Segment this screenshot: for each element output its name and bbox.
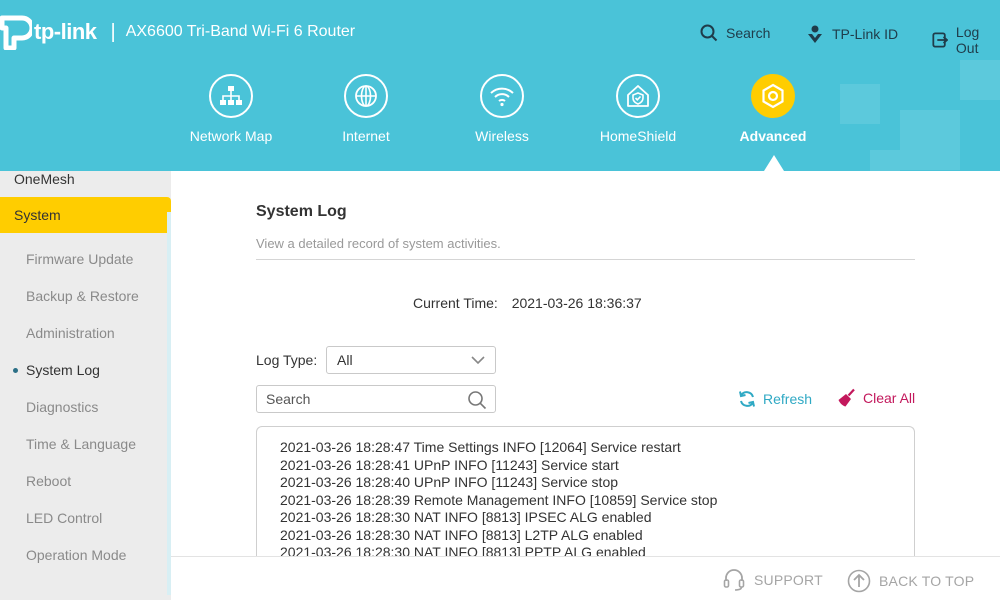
nav-label: HomeShield (599, 128, 677, 144)
tplink-id-label: TP-Link ID (832, 26, 899, 42)
sidebar-item-reboot[interactable]: Reboot (0, 463, 171, 500)
current-time-label: Current Time: (413, 295, 498, 311)
broom-icon (838, 388, 855, 407)
logout-label: Log Out (955, 24, 980, 56)
sidebar-item-operation-mode[interactable]: Operation Mode (0, 537, 171, 574)
nav-network-map[interactable]: Network Map (166, 74, 296, 144)
page-subtitle: View a detailed record of system activit… (256, 236, 501, 251)
support-link[interactable]: SUPPORT (722, 569, 823, 591)
log-line: 2021-03-26 18:28:40 UPnP INFO [11243] Se… (280, 474, 619, 490)
tplink-id-link[interactable]: TP-Link ID (806, 24, 898, 44)
nav-label: Wireless (475, 128, 529, 144)
nav-label: Internet (342, 128, 390, 144)
header: tp-link | AX6600 Tri-Band Wi-Fi 6 Router… (0, 0, 1000, 171)
current-time-value: 2021-03-26 18:36:37 (511, 295, 642, 311)
log-line: 2021-03-26 18:28:41 UPnP INFO [11243] Se… (280, 456, 619, 473)
sidebar-item-backup-restore[interactable]: Backup & Restore (0, 278, 171, 315)
router-model: AX6600 Tri-Band Wi-Fi 6 Router (125, 23, 356, 40)
footer: SUPPORT BACK TO TOP (171, 556, 1000, 600)
log-type-label: Log Type: (256, 352, 318, 368)
logout-link[interactable]: Log Out (932, 24, 1000, 56)
support-label: SUPPORT (754, 572, 823, 588)
sidebar-section-system[interactable]: System (0, 197, 171, 233)
sidebar: OneMesh System Firmware Update Backup & … (0, 171, 171, 600)
title-divider (256, 259, 915, 260)
clear-all-label: Clear All (863, 390, 916, 406)
sidebar-item-firmware-update[interactable]: Firmware Update (0, 241, 171, 278)
gear-icon (751, 74, 795, 118)
page-title: System Log (256, 203, 347, 220)
network-map-icon (209, 74, 253, 118)
nav-label: Advanced (739, 128, 807, 144)
log-line: 2021-03-26 18:28:39 Remote Management IN… (280, 491, 718, 508)
clear-all-button[interactable]: Clear All (837, 388, 915, 408)
search-icon[interactable] (467, 390, 487, 410)
active-nav-pointer (764, 155, 784, 171)
main-nav: Network Map Internet Wireless HomeShield… (0, 74, 1000, 171)
nav-advanced[interactable]: Advanced (708, 74, 838, 144)
back-to-top-link[interactable]: BACK TO TOP (847, 569, 974, 593)
sidebar-item-system-log[interactable]: System Log (0, 352, 171, 389)
nav-homeshield[interactable]: HomeShield (573, 74, 703, 144)
nav-wireless[interactable]: Wireless (437, 74, 567, 144)
chevron-down-icon (471, 356, 485, 365)
nav-label: Network Map (189, 128, 273, 144)
header-search-link[interactable]: Search (700, 24, 770, 42)
log-type-value: All (337, 352, 353, 368)
refresh-label: Refresh (763, 391, 813, 407)
logout-icon (932, 32, 948, 48)
user-id-icon (808, 25, 822, 43)
back-to-top-label: BACK TO TOP (879, 573, 975, 589)
headset-icon (723, 569, 745, 591)
log-line: 2021-03-26 18:28:30 NAT INFO [8813] IPSE… (280, 509, 652, 525)
sidebar-item-diagnostics[interactable]: Diagnostics (0, 389, 171, 426)
wifi-icon (480, 74, 524, 118)
current-time: Current Time: 2021-03-26 18:36:37 (413, 295, 642, 311)
header-search-label: Search (726, 25, 771, 41)
home-shield-icon (616, 74, 660, 118)
nav-internet[interactable]: Internet (301, 74, 431, 144)
log-line: 2021-03-26 18:28:30 NAT INFO [8813] L2TP… (280, 526, 643, 543)
main-content: System Log View a detailed record of sys… (171, 171, 1000, 600)
tp-link-logo-icon[interactable] (0, 14, 35, 51)
sidebar-item-administration[interactable]: Administration (0, 315, 171, 352)
search-icon (700, 24, 718, 42)
globe-icon (344, 74, 388, 118)
log-line: 2021-03-26 18:28:47 Time Settings INFO [… (280, 439, 681, 455)
log-search-box (256, 385, 496, 413)
log-type-select[interactable]: All (326, 346, 496, 374)
refresh-button[interactable]: Refresh (738, 390, 812, 408)
arrow-up-circle-icon (847, 569, 871, 593)
sidebar-item-time-language[interactable]: Time & Language (0, 426, 171, 463)
sidebar-item-onemesh[interactable]: OneMesh (0, 171, 171, 197)
sidebar-item-led-control[interactable]: LED Control (0, 500, 171, 537)
log-search-input[interactable] (257, 386, 457, 412)
brand-separator: | (110, 20, 116, 43)
brand: tp-link | AX6600 Tri-Band Wi-Fi 6 Router (0, 14, 356, 51)
logo-text: tp-link (34, 19, 97, 44)
refresh-icon (739, 391, 755, 407)
